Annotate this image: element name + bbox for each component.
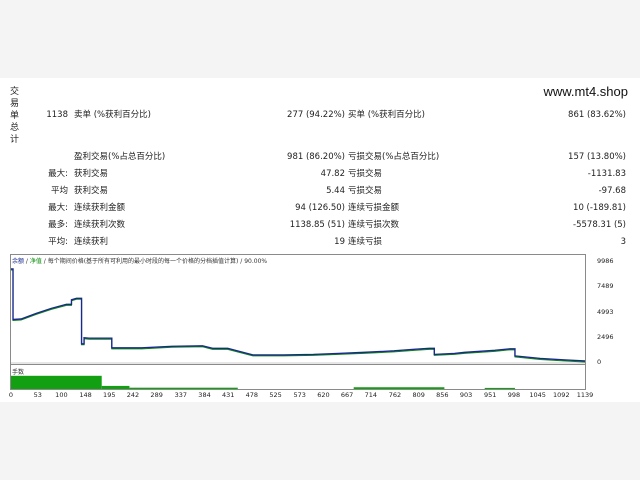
volume-bar-3 [353,387,445,389]
x-tick-label: 809 [412,391,425,399]
x-tick-label: 100 [55,391,68,399]
equity-line [11,269,586,363]
chart-svg [11,268,586,389]
y-tick-label: 7489 [597,282,614,291]
y-tick-label: 9986 [597,257,614,265]
x-tick-label: 903 [459,391,473,399]
x-tick-label: 667 [340,391,354,399]
x-tick-label: 573 [293,391,306,399]
x-tick-label: 762 [388,391,402,399]
x-tick-label: 714 [364,391,378,399]
x-tick-label: 431 [221,391,235,399]
x-tick-label: 1045 [529,391,546,399]
y-tick-label: 2496 [597,332,614,341]
y-tick-label: 4993 [597,307,614,316]
x-tick-label: 0 [8,391,14,399]
x-tick-label: 337 [174,391,188,399]
x-tick-label: 289 [150,391,163,399]
x-tick-label: 1139 [576,391,594,399]
volume-bar-1 [101,385,130,389]
volume-bar-4 [484,387,515,389]
x-tick-label: 195 [103,391,116,399]
volume-bar-2 [129,387,238,389]
x-tick-label: 478 [245,391,259,399]
x-tick-label: 1092 [553,391,570,399]
volume-bar-0 [11,375,102,389]
x-tick-label: 951 [484,391,497,399]
x-tick-label: 856 [436,391,449,399]
x-tick-label: 525 [269,391,282,399]
x-tick-label: 242 [126,391,140,399]
y-tick-label: 0 [597,358,602,366]
balance-line-0 [11,268,586,362]
x-tick-label: 384 [198,391,211,399]
x-tick-label: 620 [317,391,330,399]
x-tick-label: 148 [79,391,92,399]
x-tick-label: 998 [507,391,521,399]
x-tick-label: 53 [33,391,42,399]
